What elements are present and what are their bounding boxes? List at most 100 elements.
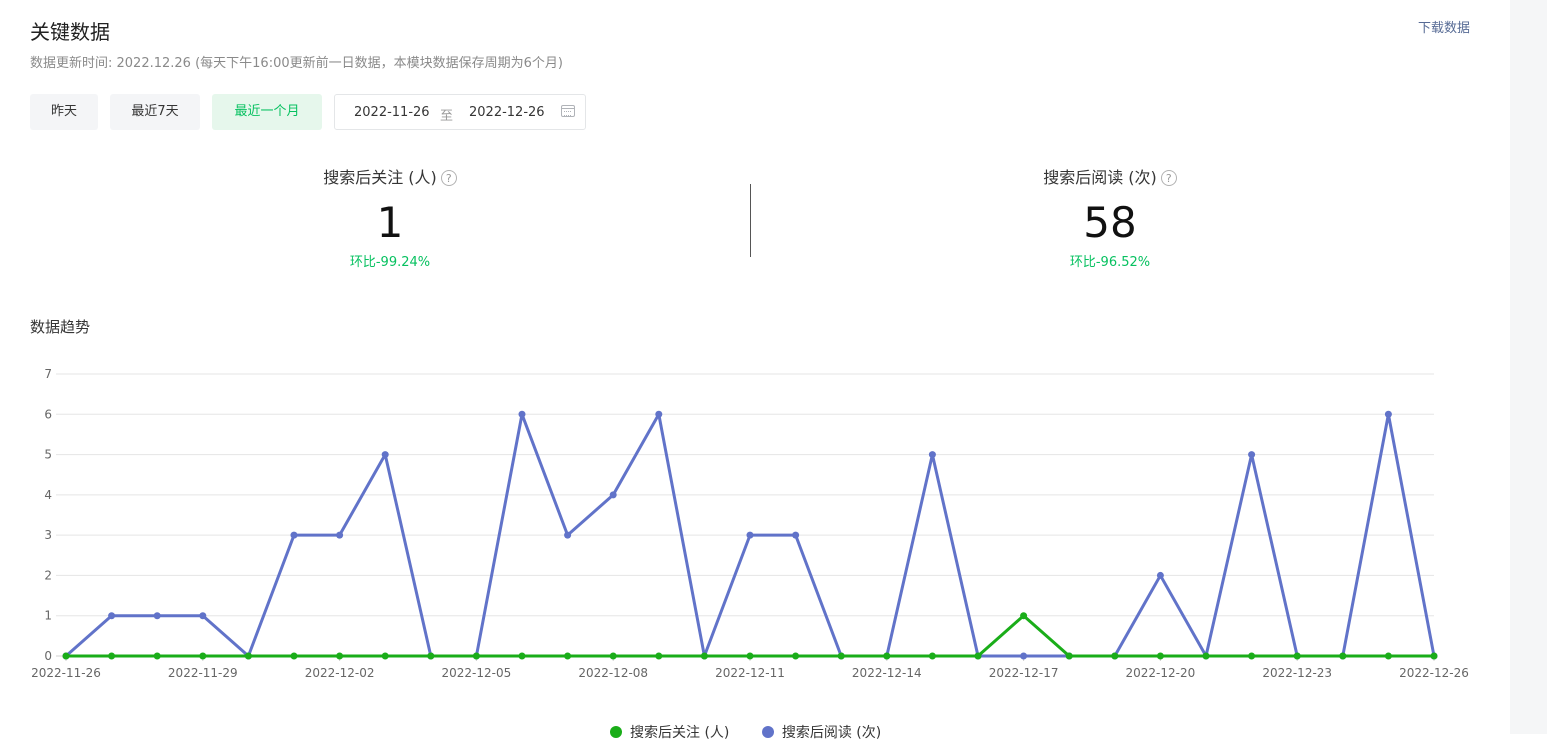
y-tick-label: 7 xyxy=(44,367,52,381)
y-tick-label: 4 xyxy=(44,488,52,502)
metric-follows-label: 搜索后关注 (人) xyxy=(323,168,437,187)
data-point-follows xyxy=(518,652,526,660)
data-point-follows xyxy=(1248,652,1256,660)
metric-divider xyxy=(750,184,751,257)
calendar-icon[interactable] xyxy=(561,105,575,117)
data-point-follows xyxy=(1202,652,1210,660)
data-point-follows xyxy=(609,652,617,660)
range-button-yesterday[interactable]: 昨天 xyxy=(30,94,98,130)
data-point-follows xyxy=(1339,652,1347,660)
x-tick-label: 2022-12-14 xyxy=(852,666,922,680)
x-tick-label: 2022-12-17 xyxy=(989,666,1059,680)
data-point-follows xyxy=(427,652,435,660)
data-point-reads xyxy=(564,531,572,539)
data-point-follows xyxy=(746,652,754,660)
data-point-follows xyxy=(381,652,389,660)
data-point-follows xyxy=(1156,652,1164,660)
x-tick-label: 2022-12-02 xyxy=(305,666,375,680)
data-point-reads xyxy=(1156,571,1164,579)
data-point-follows xyxy=(700,652,708,660)
date-range-picker[interactable]: 2022-11-26 至 2022-12-26 xyxy=(334,94,586,130)
data-point-follows xyxy=(1065,652,1073,660)
data-point-reads xyxy=(153,612,161,620)
data-point-reads xyxy=(290,531,298,539)
data-point-follows xyxy=(290,652,298,660)
x-tick-label: 2022-11-29 xyxy=(168,666,238,680)
x-tick-label: 2022-12-11 xyxy=(715,666,785,680)
data-point-follows xyxy=(244,652,252,660)
metric-follows-value: 1 xyxy=(376,198,404,247)
data-point-follows xyxy=(974,652,982,660)
date-start[interactable]: 2022-11-26 xyxy=(354,105,430,120)
y-tick-label: 0 xyxy=(44,649,52,663)
y-tick-label: 3 xyxy=(44,528,52,542)
y-tick-label: 2 xyxy=(44,568,52,582)
metric-follows-change: 环比-99.24% xyxy=(349,255,431,270)
legend-label: 搜索后阅读 (次) xyxy=(781,725,882,741)
legend-label: 搜索后关注 (人) xyxy=(630,725,730,741)
data-point-reads xyxy=(792,531,800,539)
data-point-follows xyxy=(564,652,572,660)
data-point-reads xyxy=(928,451,936,459)
data-point-follows xyxy=(928,652,936,660)
data-point-reads xyxy=(518,410,526,418)
help-icon[interactable]: ? xyxy=(1160,170,1177,186)
data-point-reads xyxy=(655,410,663,418)
data-point-follows xyxy=(199,652,207,660)
data-point-follows xyxy=(1020,612,1028,620)
series-line-follows xyxy=(66,614,1434,658)
data-point-follows xyxy=(472,652,480,660)
data-point-follows xyxy=(792,652,800,660)
range-button-last-7-days[interactable]: 最近7天 xyxy=(110,94,200,130)
x-tick-label: 2022-11-26 xyxy=(31,666,101,680)
x-tick-label: 2022-12-26 xyxy=(1399,666,1469,680)
legend-dot xyxy=(610,726,622,738)
trend-line-chart: 0 1 2 3 4 5 6 7 2022-11-26 2022-11-29 2022-12-02 20… xyxy=(31,367,1469,680)
metric-follows: 搜索后关注 (人)? 1 环比-99.24% xyxy=(190,164,590,270)
data-point-follows xyxy=(1111,652,1119,660)
x-tick-label: 2022-12-20 xyxy=(1126,666,1196,680)
x-tick-label: 2022-12-05 xyxy=(442,666,512,680)
legend-item-follows[interactable]: 搜索后关注 (人) xyxy=(610,722,729,742)
metric-reads: 搜索后阅读 (次)? 58 环比-96.52% xyxy=(910,164,1310,270)
download-data-link[interactable]: 下载数据 xyxy=(1418,17,1470,36)
right-scroll-area xyxy=(1510,0,1547,734)
range-button-last-month[interactable]: 最近一个月 xyxy=(212,94,322,130)
x-tick-label: 2022-12-23 xyxy=(1262,666,1332,680)
data-point-follows xyxy=(336,652,344,660)
data-point-reads xyxy=(1384,410,1392,418)
help-icon[interactable]: ? xyxy=(440,170,457,186)
data-point-reads xyxy=(199,612,207,620)
data-point-reads xyxy=(336,531,344,539)
y-tick-label: 5 xyxy=(44,448,52,462)
metric-reads-label: 搜索后阅读 (次) xyxy=(1043,168,1157,187)
data-point-follows xyxy=(655,652,663,660)
data-point-reads xyxy=(1248,451,1256,459)
page-title: 关键数据 xyxy=(30,20,110,44)
data-point-follows xyxy=(108,652,116,660)
data-point-reads xyxy=(381,451,389,459)
data-point-reads xyxy=(1020,652,1028,660)
date-end[interactable]: 2022-12-26 xyxy=(469,105,545,120)
legend-dot xyxy=(761,726,774,738)
data-point-follows xyxy=(837,652,845,660)
data-point-reads xyxy=(746,531,754,539)
y-tick-label: 6 xyxy=(44,407,52,421)
chart-legend: 搜索后关注 (人) 搜索后阅读 (次) xyxy=(610,722,909,742)
x-tick-label: 2022-12-08 xyxy=(578,666,648,680)
date-separator: 至 xyxy=(440,109,454,124)
data-point-follows xyxy=(1430,652,1438,660)
data-point-follows xyxy=(62,652,70,660)
trend-section-title: 数据趋势 xyxy=(30,318,91,336)
legend-item-reads[interactable]: 搜索后阅读 (次) xyxy=(761,722,882,742)
data-point-follows xyxy=(153,652,161,660)
data-point-follows xyxy=(1293,652,1301,660)
data-point-follows xyxy=(883,652,891,660)
metric-reads-value: 58 xyxy=(1083,198,1137,247)
data-point-reads xyxy=(108,612,116,620)
data-point-follows xyxy=(1384,652,1392,660)
data-point-reads xyxy=(609,491,617,499)
metric-reads-change: 环比-96.52% xyxy=(1069,255,1151,270)
update-note: 数据更新时间: 2022.12.26 (每天下午16:00更新前一日数据，本模块… xyxy=(30,56,563,71)
y-tick-label: 1 xyxy=(44,609,52,623)
